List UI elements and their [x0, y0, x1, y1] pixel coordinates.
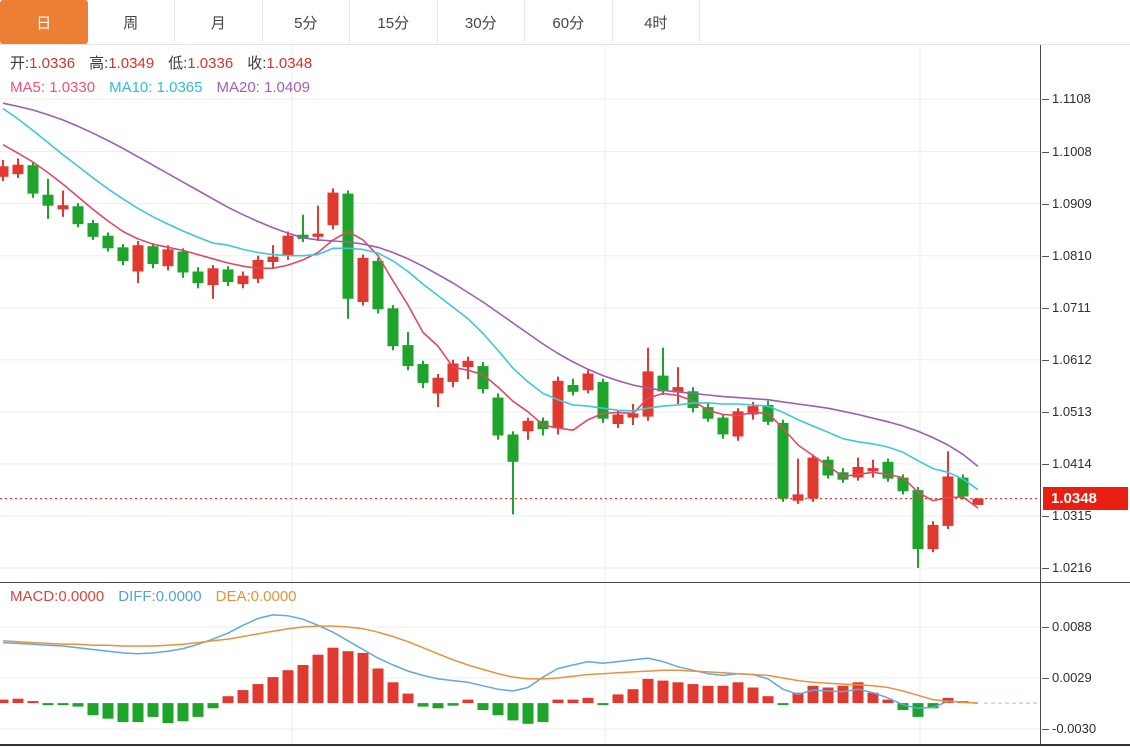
macd-tick-label: 0.0029 — [1042, 670, 1092, 686]
low-value: 1.0336 — [187, 55, 233, 72]
tab-30min[interactable]: 30分 — [438, 0, 526, 44]
macd-chart[interactable] — [0, 583, 1040, 744]
price-tick-label: 1.0711 — [1042, 300, 1091, 316]
panel-divider — [0, 582, 1130, 583]
ohlc-readout: 开:1.0336高:1.0349低:1.0336收:1.0348 — [10, 52, 326, 73]
ma20-label: MA20: — [217, 79, 260, 96]
macd-label: MACD: — [10, 588, 58, 605]
tab-15min[interactable]: 15分 — [350, 0, 438, 44]
ma10-value: 1.0365 — [157, 79, 203, 96]
price-tick-label: 1.0612 — [1042, 352, 1092, 368]
price-tick-label: 1.0513 — [1042, 404, 1092, 420]
macd-value-axis: 0.0088 0.0029 -0.0030 — [1040, 583, 1130, 744]
price-tick-label: 1.1008 — [1042, 144, 1092, 160]
high-value: 1.0349 — [108, 55, 154, 72]
price-axis: 1.0348 1.1108 1.1008 1.0909 1.0810 1.0711 1.0… — [1040, 45, 1130, 582]
open-value: 1.0336 — [29, 55, 75, 72]
tab-month[interactable]: 月 — [175, 0, 263, 44]
macd-tick-label: 0.0088 — [1042, 619, 1092, 635]
ma10-label: MA10: — [109, 79, 152, 96]
dea-value: 0.0000 — [251, 588, 297, 605]
ma5-value: 1.0330 — [49, 79, 95, 96]
dea-label: DEA: — [216, 588, 251, 605]
low-label: 低: — [168, 55, 187, 72]
last-price-badge: 1.0348 — [1043, 487, 1128, 510]
tab-4hour[interactable]: 4时 — [613, 0, 701, 44]
high-label: 高: — [89, 55, 108, 72]
tab-60min[interactable]: 60分 — [525, 0, 613, 44]
macd-value: 0.0000 — [58, 588, 104, 605]
close-label: 收: — [247, 55, 266, 72]
price-tick-label: 1.1108 — [1042, 91, 1091, 107]
macd-readout: MACD:0.0000DIFF:0.0000DEA:0.0000 — [10, 588, 311, 605]
ma-readout: MA5: 1.0330 MA10: 1.0365 MA20: 1.0409 — [10, 79, 324, 96]
macd-panel: MACD:0.0000DIFF:0.0000DEA:0.0000 — [0, 583, 1040, 744]
price-tick-label: 1.0810 — [1042, 248, 1092, 264]
price-tick-label: 1.0414 — [1042, 456, 1092, 472]
ma5-label: MA5: — [10, 79, 45, 96]
tab-day[interactable]: 日 — [0, 0, 88, 44]
tab-week[interactable]: 周 — [88, 0, 176, 44]
ma10-line — [3, 109, 978, 490]
diff-value: 0.0000 — [156, 588, 202, 605]
diff-label: DIFF: — [118, 588, 156, 605]
candlestick-chart[interactable] — [0, 45, 1040, 582]
bottom-border — [0, 744, 1130, 746]
ma20-value: 1.0409 — [264, 79, 310, 96]
candlestick-panel: 开:1.0336高:1.0349低:1.0336收:1.0348 MA5: 1.… — [0, 45, 1040, 582]
price-tick-label: 1.0216 — [1042, 560, 1092, 576]
period-tab-bar: 日周月5分15分30分60分4时 — [0, 0, 1130, 45]
price-tick-label: 1.0909 — [1042, 196, 1092, 212]
close-value: 1.0348 — [266, 55, 312, 72]
tab-5min[interactable]: 5分 — [263, 0, 351, 44]
ma5-line — [3, 145, 978, 508]
open-label: 开: — [10, 55, 29, 72]
macd-tick-label: -0.0030 — [1042, 721, 1096, 737]
price-tick-label: 1.0315 — [1042, 508, 1092, 524]
